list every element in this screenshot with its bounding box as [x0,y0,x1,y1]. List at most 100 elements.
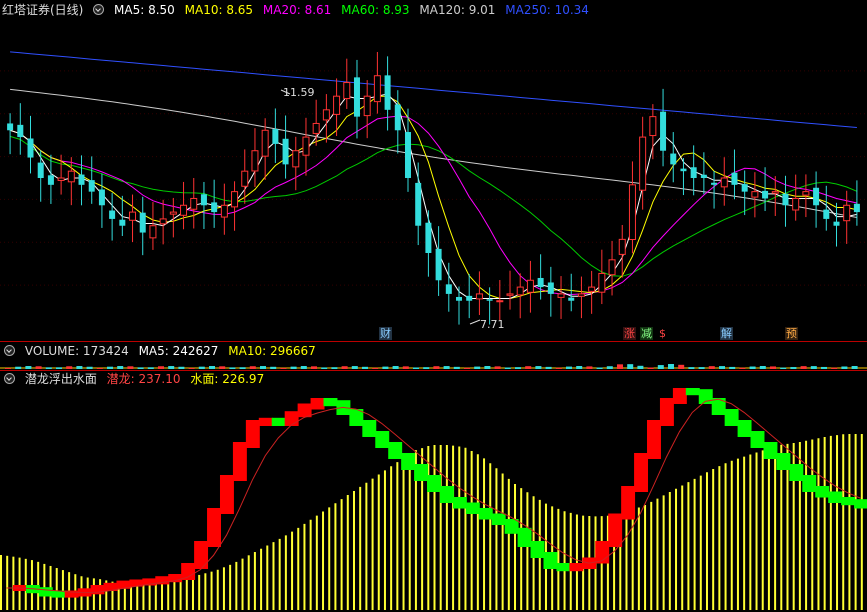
volume-bar [229,367,236,369]
candle-body [190,197,198,210]
qianlong-block [647,420,661,459]
qianlong-block [815,486,830,498]
volume-bar [56,367,62,369]
volume-bar [637,365,644,369]
candle-body [109,210,116,219]
volume-bar [657,365,664,369]
qianlong-block [543,552,558,569]
volume-bar [555,367,562,369]
event-marker-finance[interactable]: 财 [379,327,392,340]
indicator-chart[interactable] [0,388,867,612]
candle-body [27,138,34,158]
volume-header: VOLUME: 173424 MA5: 242627 MA10: 296667 [0,344,322,359]
qianlong-block [608,513,623,547]
ma5-line [9,93,858,299]
settings-toggle-icon[interactable] [93,4,105,15]
candle-body [78,174,85,185]
event-marker-dividend[interactable]: $ [656,327,669,340]
qianlong-block [659,398,674,426]
candle-body [853,203,860,213]
candle-body [516,286,524,296]
qianlong-block [388,442,403,459]
candle-body [649,116,657,137]
qianlong-block [530,541,545,558]
qianlong-block [491,513,506,525]
volume-bar [45,367,52,369]
volume-bar [504,367,511,369]
divider-volume-indicator [0,370,867,371]
candle-body [261,129,269,157]
volume-bar [96,367,103,369]
volume-bar [188,367,195,369]
volume-bar [137,367,144,369]
volume-chart[interactable] [0,360,867,370]
volume-bar [219,366,226,369]
volume-bar [15,366,22,369]
qianlong-block [427,475,441,492]
qianlong-block [737,420,752,437]
ma20-line [9,115,858,296]
candle-body [57,177,65,181]
qianlong-block [672,388,687,404]
event-marker-forecast[interactable]: 预 [785,327,798,340]
volume-bar [606,366,613,369]
price-chart[interactable] [0,18,867,340]
volume-bar [300,366,307,369]
volume-bar [566,366,572,369]
candle-body [322,109,330,121]
volume-label: VOLUME: 173424 [24,344,129,358]
candle-body [139,212,146,233]
event-marker-rise[interactable]: 涨 [623,327,636,340]
candle-body [496,300,504,303]
candle-body [343,82,351,100]
candle-body [149,225,157,239]
volume-bar [351,366,358,369]
candle-body [526,279,534,293]
volume-bar [851,366,858,369]
volume-bar [617,364,623,369]
volume-bar [474,366,481,369]
volume-bar [759,366,766,369]
low-price-label: 7.71 [480,318,505,331]
candle-body [211,202,218,213]
volume-bar [841,366,848,369]
volume-bar [127,366,134,369]
candle-body [384,75,391,110]
candle-body [129,211,137,221]
qianlong-block [194,541,209,569]
qianlong-block [828,491,843,503]
candle-body [639,136,647,191]
candle-body [720,177,728,188]
volume-bar [790,367,797,369]
qianlong-block [207,508,221,547]
volume-bar [198,366,205,369]
qianlong-block [517,527,532,547]
volume-bar [443,366,450,369]
candle-body [220,204,228,218]
event-marker-reduce[interactable]: 减 [640,327,653,340]
candle-body [363,95,371,117]
volume-ma10-label: MA10: 296667 [228,344,316,358]
volume-bar [729,366,736,369]
ma20-label: MA20: 8.61 [262,3,332,17]
volume-toggle-icon[interactable] [4,345,15,356]
volume-bar [545,366,552,369]
candle-body [475,293,483,300]
divider-price-volume [0,341,867,342]
qianlong-block [685,388,700,396]
volume-bar [464,367,470,369]
qianlong-block [90,585,105,595]
event-marker-unlock[interactable]: 解 [720,327,733,340]
volume-bar [249,366,256,369]
qianlong-block [478,508,493,520]
qianlong-block [802,475,817,492]
indicator-toggle-icon[interactable] [4,373,15,384]
volume-bar [494,366,501,369]
candle-body [98,189,105,206]
qianlong-block [789,464,804,481]
volume-bar [331,367,338,369]
candle-body [568,297,575,301]
volume-bar [688,367,695,369]
qianlong-block [724,409,739,426]
volume-bar [423,367,430,369]
